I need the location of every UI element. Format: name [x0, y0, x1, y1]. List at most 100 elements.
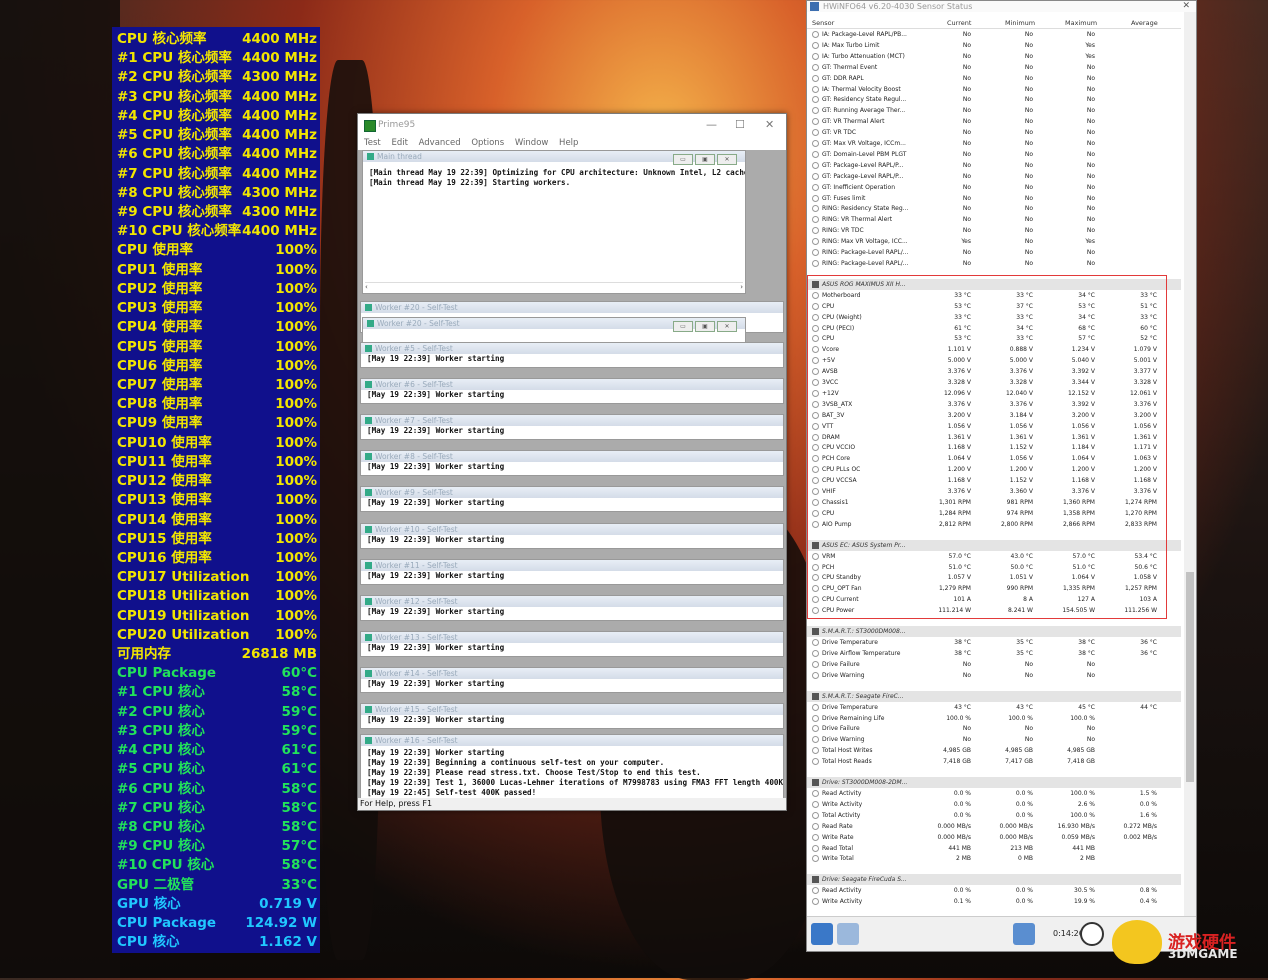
sensor-value: 100.0 % — [1070, 811, 1095, 819]
sensor-row[interactable]: GT: VR TDC No No No — [807, 127, 1181, 138]
sensor-row[interactable]: Drive Warning No No No — [807, 734, 1181, 745]
osd-value: 61°C — [281, 761, 317, 778]
sensor-group-header[interactable]: Drive: ST3000DM008-2DM... — [807, 777, 1181, 788]
column-minimum[interactable]: Minimum — [1005, 19, 1035, 27]
sensor-row[interactable]: IA: Thermal Velocity Boost No No No — [807, 84, 1181, 95]
clock-icon[interactable] — [1080, 922, 1104, 946]
sensor-row[interactable]: Read Activity 0.0 % 0.0 % 100.0 % 1.5 % — [807, 788, 1181, 799]
column-current[interactable]: Current — [947, 19, 971, 27]
worker-window[interactable]: Worker #14 - Self-Test [May 19 22:39] Wor… — [360, 666, 784, 693]
osd-label: #10 CPU 核心频率 — [117, 223, 242, 240]
network-icon[interactable] — [1013, 923, 1035, 945]
scrollbar-thumb[interactable] — [1186, 572, 1194, 782]
sensor-row[interactable]: GT: DDR RAPL No No No — [807, 73, 1181, 84]
mdi-close-icon[interactable]: ✕ — [717, 321, 737, 332]
worker-window[interactable]: Worker #8 - Self-Test [May 19 22:39] Work… — [360, 450, 784, 477]
sensor-row[interactable]: Drive Failure No No No — [807, 659, 1181, 670]
sensor-row[interactable]: GT: VR Thermal Alert No No No — [807, 116, 1181, 127]
column-average[interactable]: Average — [1131, 19, 1158, 27]
sensor-row[interactable]: GT: Thermal Event No No No — [807, 62, 1181, 73]
maximize-icon[interactable]: ☐ — [735, 114, 745, 136]
sensor-row[interactable]: Drive Temperature 38 °C 35 °C 38 °C 36 °C — [807, 637, 1181, 648]
sensor-group-header[interactable]: S.M.A.R.T.: Seagate FireC... — [807, 690, 1181, 702]
menu-options[interactable]: Options — [471, 138, 504, 148]
sensor-row[interactable]: RING: Package-Level RAPL/... No No No — [807, 247, 1181, 258]
sensor-row[interactable]: RING: Residency State Reg... No No No — [807, 203, 1181, 214]
sensor-value: No — [962, 150, 971, 158]
mdi-restore-icon[interactable]: ▣ — [695, 154, 715, 165]
menu-test[interactable]: Test — [364, 138, 381, 148]
worker-window[interactable]: Worker #6 - Self-Test [May 19 22:39] Work… — [360, 378, 784, 405]
menu-edit[interactable]: Edit — [391, 138, 407, 148]
horizontal-scrollbar[interactable]: ‹ › — [365, 282, 743, 292]
worker20-window[interactable]: Worker #20 - Self-Test ▭ ▣ ✕ — [362, 317, 746, 343]
menu-advanced[interactable]: Advanced — [419, 138, 461, 148]
column-maximum[interactable]: Maximum — [1065, 19, 1097, 27]
sensor-row[interactable]: Drive Failure No No No — [807, 723, 1181, 734]
sensor-row[interactable]: Drive Warning No No No — [807, 670, 1181, 681]
sensor-icon — [812, 172, 819, 180]
main-thread-window[interactable]: Main thread ▭ ▣ ✕ [Main thread May 19 22… — [362, 150, 746, 294]
nav-arrows-icon[interactable] — [811, 923, 833, 945]
mdi-close-icon[interactable]: ✕ — [717, 154, 737, 165]
sensor-value: 100.0 % — [1070, 790, 1095, 797]
mdi-minimize-icon[interactable]: ▭ — [673, 154, 693, 165]
sensor-row[interactable]: IA: Turbo Attenuation (MCT) No No Yes — [807, 51, 1181, 62]
worker-window[interactable]: Worker #7 - Self-Test [May 19 22:39] Work… — [360, 414, 784, 441]
osd-value: 58°C — [281, 819, 317, 836]
sensor-icon — [812, 660, 819, 668]
prime95-titlebar[interactable]: Prime95 — ☐ ✕ — [358, 114, 786, 136]
sensor-row[interactable]: GT: Package-Level RAPL/P... No No No — [807, 160, 1181, 171]
sensor-row[interactable]: GT: Inefficient Operation No No No — [807, 182, 1181, 193]
sensor-row[interactable]: GT: Residency State Regul... No No No — [807, 94, 1181, 105]
sensor-row[interactable]: IA: Package-Level RAPL/PB... No No No — [807, 29, 1181, 40]
sensor-row[interactable]: Write Activity 0.1 % 0.0 % 19.9 % 0.4 % — [807, 896, 1181, 907]
sensor-row[interactable]: RING: Max VR Voltage, ICC... Yes No Yes — [807, 236, 1181, 247]
worker-window[interactable]: Worker #11 - Self-Test [May 19 22:39] Wor… — [360, 558, 784, 585]
sensor-row[interactable]: RING: Package-Level RAPL/... No No No — [807, 258, 1181, 269]
sensor-row[interactable]: Drive Remaining Life 100.0 % 100.0 % 100.0 … — [807, 713, 1181, 724]
sensor-row[interactable]: GT: Max VR Voltage, ICCm... No No No — [807, 138, 1181, 149]
sensor-row[interactable]: RING: VR TDC No No No — [807, 225, 1181, 236]
sensor-row[interactable]: IA: Max Turbo Limit No No Yes — [807, 40, 1181, 51]
sensor-row[interactable]: Drive Airflow Temperature 38 °C 35 °C 38 °C… — [807, 648, 1181, 659]
worker-window[interactable]: Worker #9 - Self-Test [May 19 22:39] Work… — [360, 486, 784, 513]
sensor-row[interactable]: Read Rate 0.000 MB/s 0.000 MB/s 16.930 MB/s… — [807, 821, 1181, 832]
sensor-group-header[interactable]: S.M.A.R.T.: ST3000DM008... — [807, 626, 1181, 637]
mdi-minimize-icon[interactable]: ▭ — [673, 321, 693, 332]
sensor-row[interactable]: GT: Package-Level RAPL/P... No No No — [807, 171, 1181, 182]
sensor-row[interactable]: GT: Fuses limit No No No — [807, 193, 1181, 204]
sensor-icon — [812, 833, 819, 841]
sensor-row[interactable]: GT: Running Average Ther... No No No — [807, 105, 1181, 116]
sensor-row[interactable]: Write Activity 0.0 % 0.0 % 2.6 % 0.0 % — [807, 799, 1181, 810]
sensor-row[interactable]: Total Activity 0.0 % 0.0 % 100.0 % 1.6 % — [807, 810, 1181, 821]
osd-label: #7 CPU 核心频率 — [117, 165, 232, 182]
prime95-window[interactable]: Prime95 — ☐ ✕ Test Edit Advanced Options… — [357, 113, 787, 811]
sensor-row[interactable]: Drive Temperature 43 °C 43 °C 45 °C 44 °C — [807, 702, 1181, 713]
sensor-group-header[interactable]: Drive: Seagate FireCuda S... — [807, 874, 1181, 886]
minimize-icon[interactable]: — — [706, 114, 717, 136]
column-sensor[interactable]: Sensor — [812, 19, 834, 27]
sensor-row[interactable]: GT: Domain-Level PBM PLGT No No No — [807, 149, 1181, 160]
worker-window[interactable]: Worker #15 - Self-Test [May 19 22:39] Wor… — [360, 703, 784, 729]
osd-row: CPU15 使用率 100% — [117, 530, 317, 549]
sensor-row[interactable]: Write Total 2 MB 0 MB 2 MB — [807, 853, 1181, 864]
nav-arrows-secondary-icon[interactable] — [837, 923, 859, 945]
close-icon[interactable]: ✕ — [765, 114, 774, 136]
menu-window[interactable]: Window — [515, 138, 549, 148]
worker-window[interactable]: Worker #12 - Self-Test [May 19 22:39] Wor… — [360, 594, 784, 621]
sensor-row[interactable]: Total Host Writes 4,985 GB 4,985 GB 4,985 G… — [807, 745, 1181, 756]
sensor-row[interactable]: Read Total 441 MB 213 MB 441 MB — [807, 843, 1181, 854]
sensor-row[interactable]: Read Activity 0.0 % 0.0 % 30.5 % 0.8 % — [807, 885, 1181, 896]
sensor-row[interactable]: RING: VR Thermal Alert No No No — [807, 214, 1181, 225]
vertical-scrollbar[interactable] — [1184, 12, 1196, 916]
worker-window[interactable]: Worker #5 - Self-Test [May 19 22:39] Work… — [360, 342, 784, 368]
worker-window[interactable]: Worker #10 - Self-Test [May 19 22:39] Wor… — [360, 522, 784, 549]
menu-help[interactable]: Help — [559, 138, 578, 148]
worker-window[interactable]: Worker #13 - Self-Test [May 19 22:39] Wor… — [360, 630, 784, 657]
sensor-row[interactable]: Write Rate 0.000 MB/s 0.000 MB/s 0.059 MB/s… — [807, 832, 1181, 843]
sensor-row[interactable]: Total Host Reads 7,418 GB 7,417 GB 7,418 GB — [807, 756, 1181, 767]
close-icon[interactable]: ✕ — [1182, 1, 1190, 11]
mdi-restore-icon[interactable]: ▣ — [695, 321, 715, 332]
sensor-value: 38 °C — [1078, 639, 1095, 646]
